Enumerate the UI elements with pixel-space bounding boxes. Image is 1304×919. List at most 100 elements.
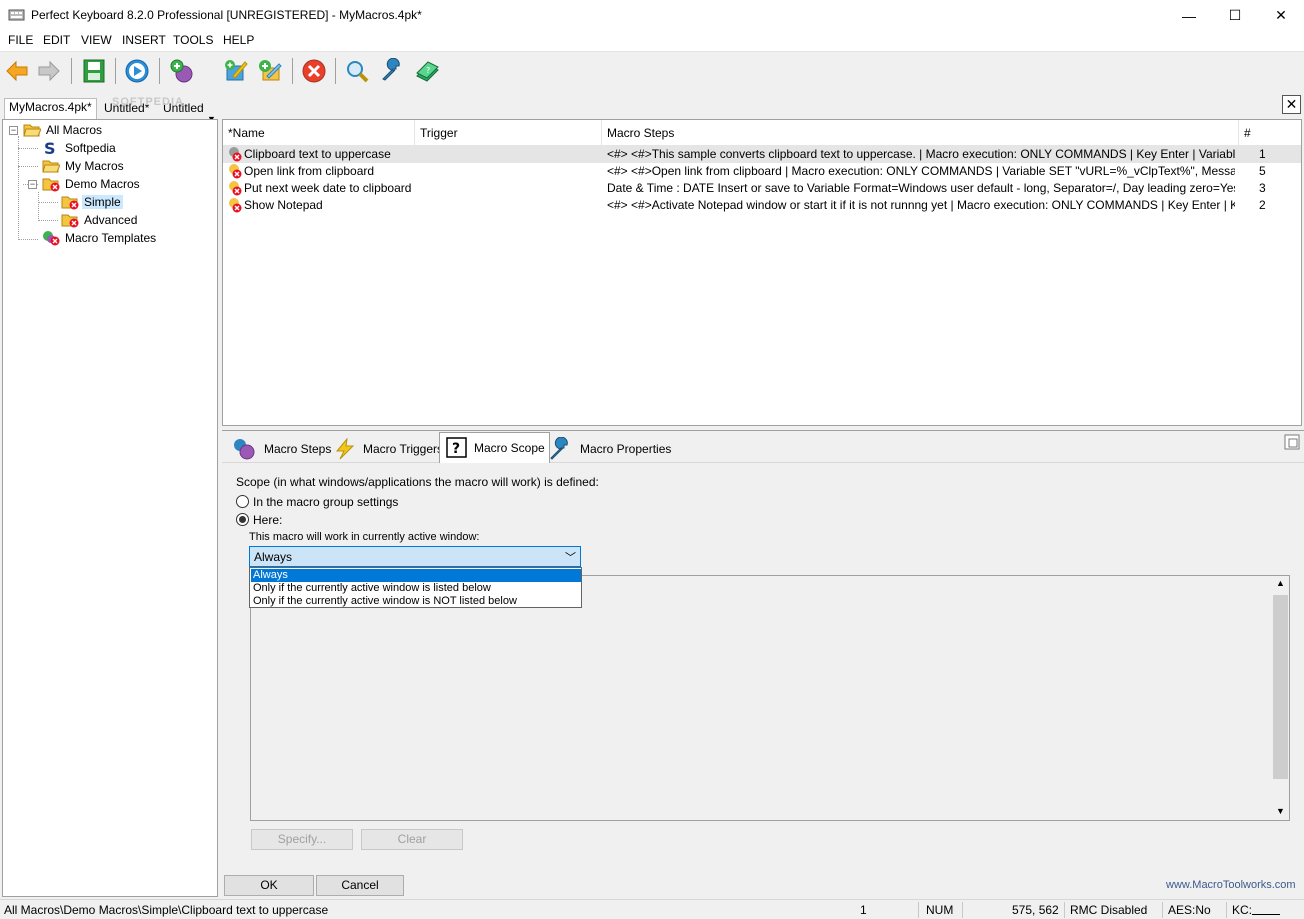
combo-dropdown-list[interactable]: Always Only if the currently active wind… <box>249 567 582 608</box>
menu-tools[interactable]: TOOLS <box>173 33 213 47</box>
scrollbar-thumb[interactable] <box>1273 595 1288 779</box>
scope-heading: Scope (in what windows/applications the … <box>236 475 599 489</box>
scroll-up-icon[interactable]: ▲ <box>1276 578 1285 588</box>
tab-label: Macro Scope <box>474 441 545 455</box>
run-icon[interactable] <box>124 58 150 84</box>
tab-macro-properties[interactable]: Macro Properties <box>544 434 675 463</box>
tree-connector <box>38 202 58 203</box>
status-aes: AES:No <box>1168 903 1211 917</box>
dropdown-option-listed[interactable]: Only if the currently active window is l… <box>251 582 581 595</box>
tree-item-simple[interactable]: Simple <box>61 193 123 211</box>
save-icon[interactable] <box>81 58 107 84</box>
close-document-button[interactable]: ✕ <box>1282 95 1301 114</box>
close-icon: ✕ <box>1275 7 1287 23</box>
tree-item-macro-templates[interactable]: Macro Templates <box>42 229 158 247</box>
macro-disabled-icon <box>229 181 242 196</box>
status-separator <box>1064 902 1065 918</box>
ok-button[interactable]: OK <box>224 875 314 896</box>
menu-view[interactable]: VIEW <box>81 33 112 47</box>
svg-text:?: ? <box>426 66 430 75</box>
active-window-combo[interactable]: Always ﹀ <box>249 546 581 567</box>
clear-button[interactable]: Clear <box>361 829 463 850</box>
table-row[interactable]: Clipboard text to uppercase <#> <#>This … <box>223 146 1301 163</box>
tree-item-all-macros[interactable]: All Macros <box>23 121 104 139</box>
status-kc: KC: <box>1232 903 1253 917</box>
add-group-icon[interactable] <box>257 58 283 84</box>
tree-connector <box>18 239 38 240</box>
status-rmc: RMC Disabled <box>1070 903 1148 917</box>
menu-edit[interactable]: EDIT <box>43 33 70 47</box>
tab-label: Macro Properties <box>580 441 672 456</box>
column-header-macro-steps[interactable]: Macro Steps <box>602 120 1239 146</box>
doc-tab-mymacros[interactable]: MyMacros.4pk* <box>4 98 97 120</box>
vertical-scrollbar[interactable]: ▲ ▼ <box>1272 576 1289 820</box>
combo-value: Always <box>254 550 293 564</box>
tree-item-simple-label: Simple <box>82 195 123 209</box>
tab-macro-steps[interactable]: Macro Steps <box>228 434 335 463</box>
title-bar: Perfect Keyboard 8.2.0 Professional [UNR… <box>0 0 1304 31</box>
forward-arrow-icon[interactable] <box>36 58 62 84</box>
keyboard-app-icon <box>8 9 25 21</box>
folder-disabled-icon <box>61 214 79 228</box>
svg-text:S: S <box>44 140 56 156</box>
menu-file[interactable]: FILE <box>8 33 33 47</box>
edit-macro-icon[interactable] <box>223 58 249 84</box>
window-list-box[interactable]: ▲ ▼ <box>250 575 1290 821</box>
menu-bar: FILE EDIT VIEW INSERT TOOLS HELP <box>0 31 1304 51</box>
menu-help[interactable]: HELP <box>223 33 254 47</box>
menu-insert[interactable]: INSERT <box>122 33 166 47</box>
row-steps: <#> <#>Activate Notepad window or start … <box>607 198 1235 212</box>
tree-item-demo-macros[interactable]: Demo Macros <box>42 175 142 193</box>
table-row[interactable]: Put next week date to clipboard Date & T… <box>223 180 1301 197</box>
table-row[interactable]: Show Notepad <#> <#>Activate Notepad win… <box>223 197 1301 214</box>
dropdown-option-not-listed[interactable]: Only if the currently active window is N… <box>251 595 581 608</box>
row-name: Clipboard text to uppercase <box>244 147 391 161</box>
document-tabs: MyMacros.4pk* Untitled* Untitled SOFTPED… <box>0 96 1304 120</box>
softpedia-logo-icon: S <box>44 140 56 156</box>
tree-item-my-macros[interactable]: My Macros <box>42 157 126 175</box>
back-arrow-icon[interactable] <box>4 58 30 84</box>
tab-label: Macro Triggers <box>363 441 444 456</box>
scroll-down-icon[interactable]: ▼ <box>1276 806 1285 816</box>
maximize-button[interactable]: ☐ <box>1212 0 1258 31</box>
collapse-all-macros[interactable]: − <box>9 126 18 135</box>
column-header-name[interactable]: *Name <box>223 120 415 146</box>
macro-list[interactable]: *Name Trigger Macro Steps # Clipboard te… <box>222 119 1302 426</box>
table-row[interactable]: Open link from clipboard <#> <#>Open lin… <box>223 163 1301 180</box>
search-icon[interactable] <box>344 58 370 84</box>
help-book-icon[interactable]: ? <box>414 58 440 84</box>
minimize-icon: — <box>1182 7 1196 24</box>
row-name: Put next week date to clipboard <box>244 181 412 195</box>
radio-here-label[interactable]: Here: <box>253 513 282 527</box>
radio-here[interactable] <box>236 513 249 526</box>
website-link[interactable]: www.MacroToolworks.com <box>1166 879 1296 891</box>
column-header-count[interactable]: # <box>1239 120 1301 146</box>
status-separator <box>962 902 963 918</box>
panel-restore-icon[interactable] <box>1284 434 1300 450</box>
macro-group-tree[interactable]: − − All Macros S Softpedia My Macros Dem… <box>2 119 218 897</box>
tree-connector <box>18 136 19 240</box>
column-header-trigger[interactable]: Trigger <box>415 120 602 146</box>
minimize-button[interactable]: — <box>1166 0 1212 31</box>
tree-item-advanced[interactable]: Advanced <box>61 211 139 229</box>
radio-group-settings-label[interactable]: In the macro group settings <box>253 495 398 509</box>
radio-group-settings[interactable] <box>236 495 249 508</box>
macro-disabled-icon <box>229 164 242 179</box>
cancel-button[interactable]: Cancel <box>316 875 404 896</box>
tab-macro-triggers[interactable]: Macro Triggers <box>329 434 447 463</box>
tools-wrench-icon[interactable] <box>379 58 405 84</box>
macro-disabled-icon <box>229 198 242 213</box>
folder-icon <box>42 160 60 173</box>
close-window-button[interactable]: ✕ <box>1258 0 1304 31</box>
question-icon: ? <box>446 437 467 458</box>
tree-item-softpedia[interactable]: S Softpedia <box>42 139 118 157</box>
delete-icon[interactable] <box>301 58 327 84</box>
row-count: 3 <box>1259 181 1266 195</box>
maximize-icon: ☐ <box>1228 7 1242 23</box>
collapse-demo-macros[interactable]: − <box>28 180 37 189</box>
dropdown-option-always[interactable]: Always <box>251 569 581 582</box>
specify-button[interactable]: Specify... <box>251 829 353 850</box>
status-bar: All Macros\Demo Macros\Simple\Clipboard … <box>0 899 1304 919</box>
add-macro-icon[interactable] <box>169 58 195 84</box>
tab-macro-scope[interactable]: ? Macro Scope <box>439 432 550 463</box>
